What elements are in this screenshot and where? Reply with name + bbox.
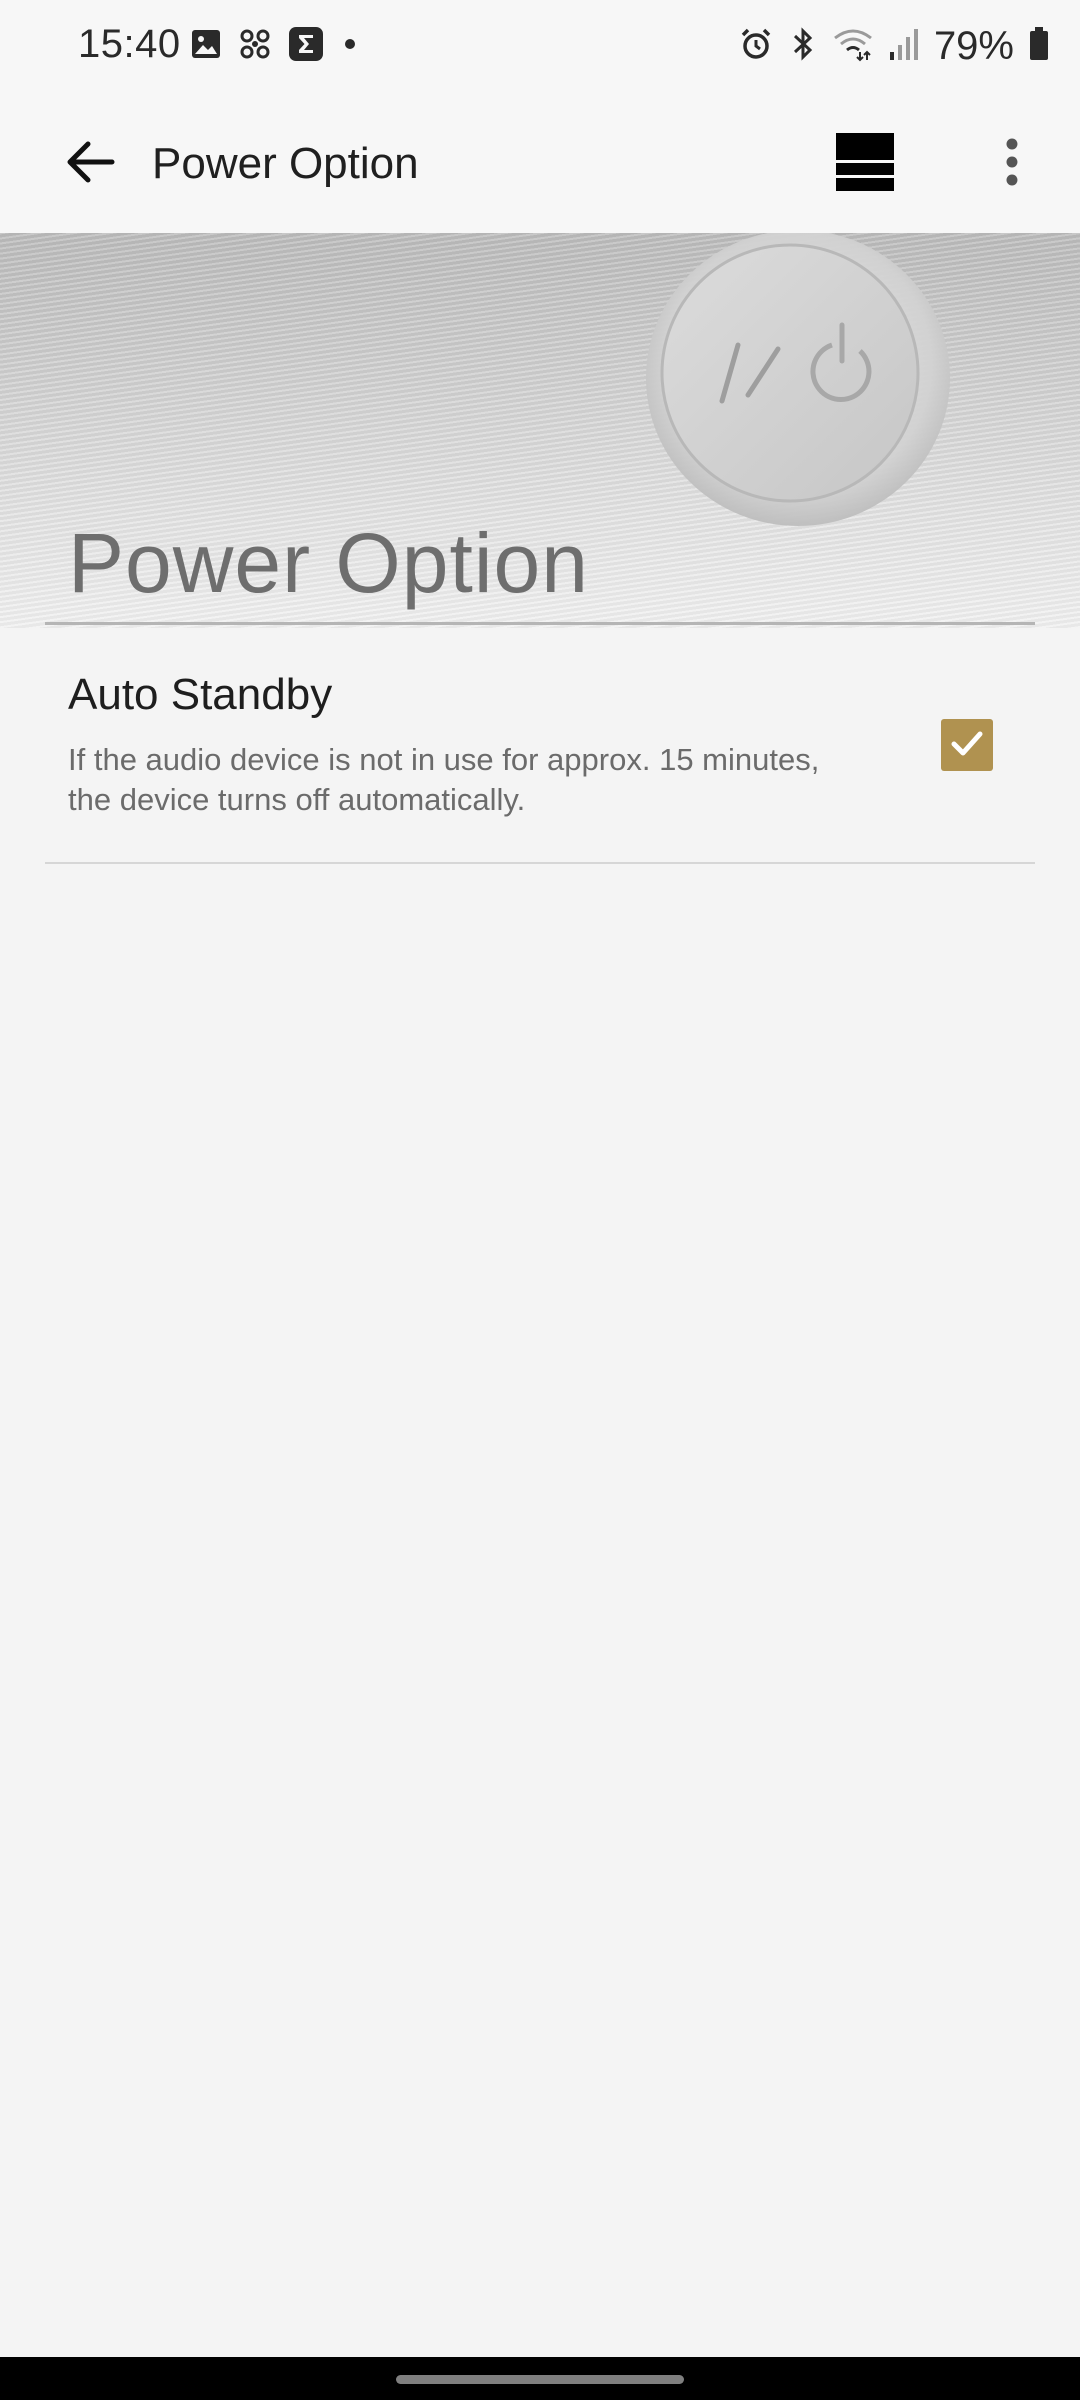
page-heading: Power Option [68, 516, 589, 610]
more-vertical-icon [1005, 138, 1019, 191]
back-button[interactable] [50, 128, 130, 200]
bluetooth-icon [788, 26, 818, 67]
heading-divider [45, 622, 1035, 625]
wifi-icon [832, 26, 874, 67]
sigma-app-icon [288, 26, 324, 67]
fan-icon [238, 27, 272, 66]
power-knob-image [646, 233, 950, 526]
header-banner: Power Option [0, 233, 1080, 628]
app-bar-title: Power Option [152, 139, 419, 188]
battery-icon [1028, 26, 1050, 67]
navigation-bar [0, 2357, 1080, 2400]
status-right-icons: 79% [738, 24, 1050, 69]
dot-icon [340, 34, 360, 59]
stack-icon [836, 132, 894, 196]
status-bar: 15:40 79% [0, 0, 1080, 96]
setting-title: Auto Standby [68, 670, 333, 719]
stack-button[interactable] [826, 122, 904, 206]
battery-percent: 79% [933, 24, 1014, 68]
image-icon [190, 28, 222, 65]
more-options-button[interactable] [980, 122, 1044, 206]
status-left-icons [190, 26, 360, 67]
arrow-left-icon [64, 138, 116, 191]
alarm-icon [738, 26, 774, 67]
signal-icon [888, 26, 920, 67]
status-time: 15:40 [78, 22, 181, 66]
home-gesture-handle[interactable] [396, 2375, 684, 2384]
row-divider [45, 862, 1035, 864]
auto-standby-setting-row[interactable]: Auto Standby If the audio device is not … [45, 626, 1035, 862]
app-bar: Power Option [0, 96, 1080, 233]
setting-description: If the audio device is not in use for ap… [68, 742, 820, 817]
auto-standby-checkbox[interactable] [941, 719, 993, 771]
checkmark-icon [947, 723, 987, 768]
